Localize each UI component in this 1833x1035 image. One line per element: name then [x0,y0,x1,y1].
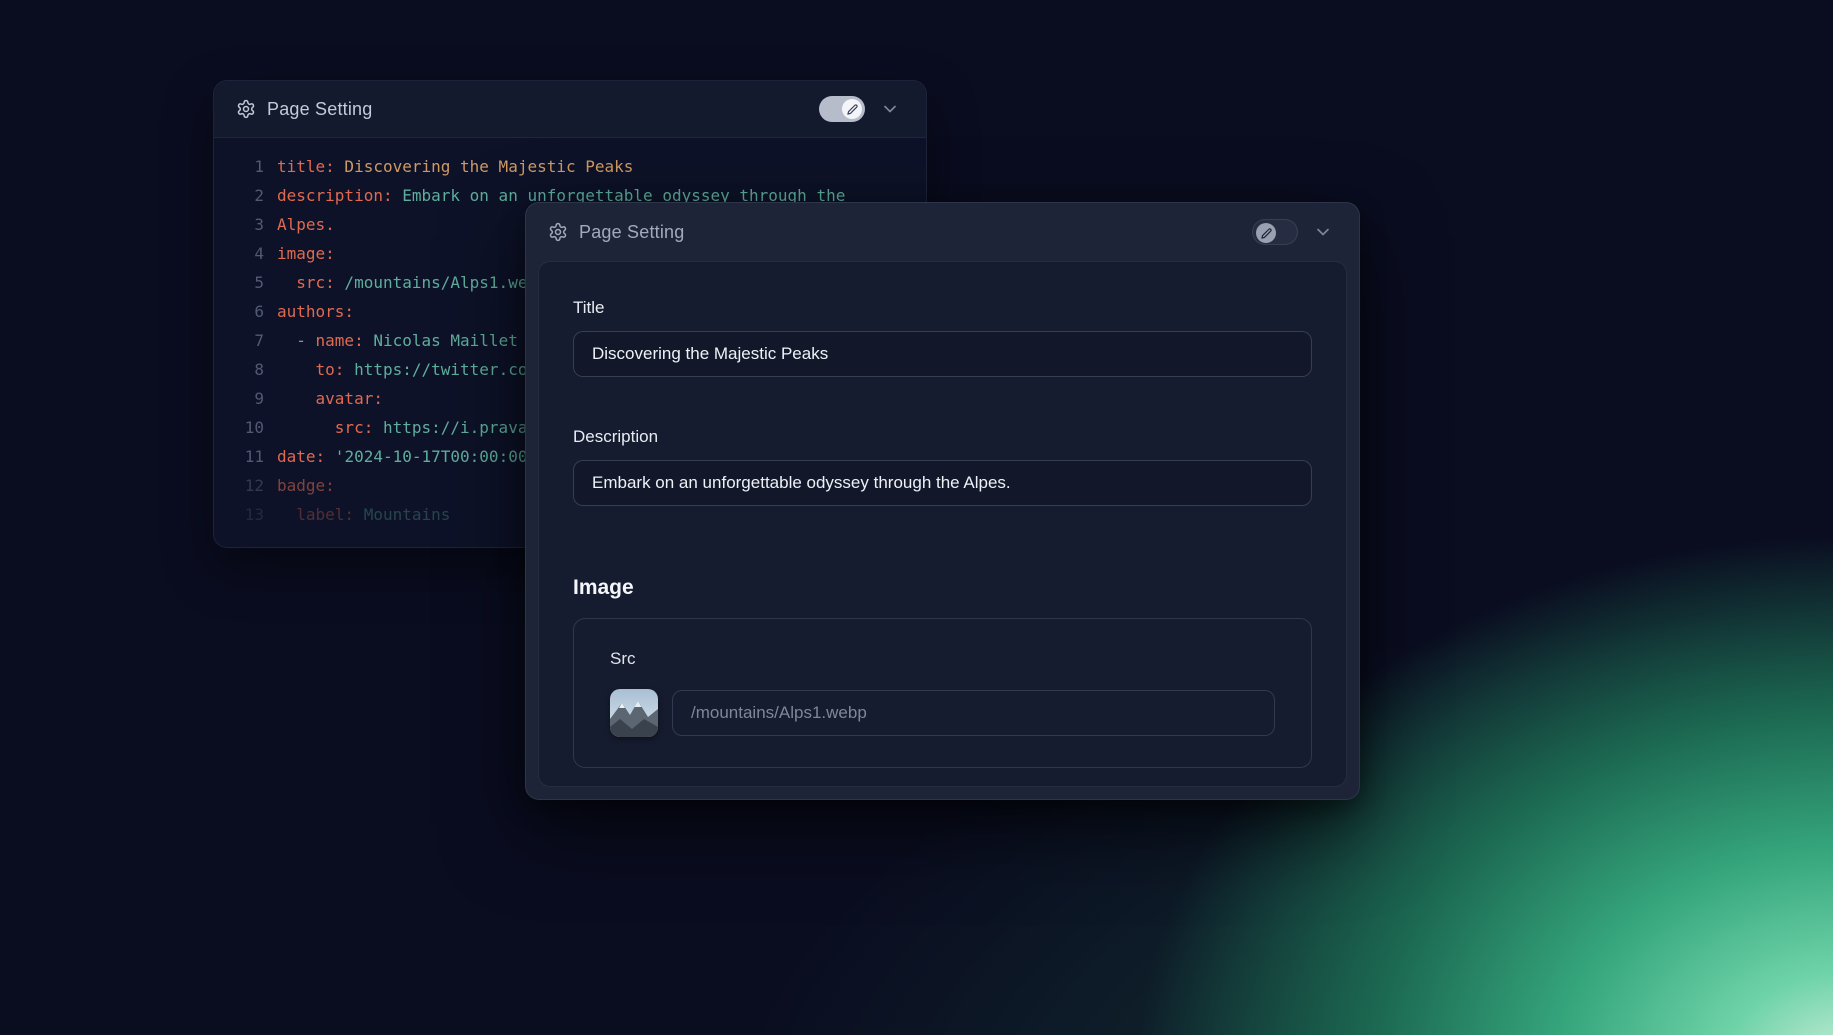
code-text: label: Mountains [277,500,450,529]
title-field: Title [573,298,1312,377]
code-text: src: /mountains/Alps1.webp [277,268,547,297]
line-number: 6 [238,297,264,326]
code-text: image: [277,239,335,268]
panel-title: Page Setting [267,99,372,120]
image-group: Src [573,618,1312,768]
editor-mode-toggle[interactable] [819,96,865,122]
app-background: Page Setting 1 title: Discovering the Maj… [0,0,1833,1035]
pencil-icon [1261,228,1272,239]
description-field: Description [573,427,1312,506]
line-number: 7 [238,326,264,355]
code-text: badge: [277,471,335,500]
line-number: 12 [238,471,264,500]
form-panel-header: Page Setting [526,203,1359,261]
pencil-icon [847,104,858,115]
collapse-panel-button[interactable] [876,95,904,123]
line-number: 9 [238,384,264,413]
description-label: Description [573,427,1312,447]
chevron-down-icon [880,99,900,119]
code-text: authors: [277,297,354,326]
line-number: 4 [238,239,264,268]
image-section-heading: Image [573,576,1312,600]
line-number: 10 [238,413,264,442]
page-setting-form: Title Description Image Src [538,261,1347,787]
panel-title: Page Setting [579,222,684,243]
line-number: 8 [238,355,264,384]
line-number: 11 [238,442,264,471]
src-row [610,689,1275,737]
title-label: Title [573,298,1312,318]
code-line: 1 title: Discovering the Majestic Peaks [238,152,906,181]
line-number: 2 [238,181,264,210]
toggle-knob [842,99,862,119]
code-text: to: https://twitter.com/ [277,355,547,384]
line-number: 5 [238,268,264,297]
code-panel-header: Page Setting [214,81,926,138]
code-text: - name: Nicolas Maillet [277,326,518,355]
line-number: 3 [238,210,264,239]
chevron-down-icon [1313,222,1333,242]
gear-icon [236,99,256,119]
page-setting-panel-form: Page Setting Title Descri [525,202,1360,800]
gear-icon [548,222,568,242]
description-input[interactable] [573,460,1312,506]
collapse-panel-button[interactable] [1309,218,1337,246]
image-thumbnail[interactable] [610,689,658,737]
code-text: Alpes. [277,210,335,239]
line-number: 13 [238,500,264,529]
mountain-photo [610,689,658,737]
toggle-knob [1256,223,1276,243]
code-text: title: Discovering the Majestic Peaks [277,152,633,181]
editor-mode-toggle[interactable] [1252,219,1298,245]
line-number: 1 [238,152,264,181]
title-input[interactable] [573,331,1312,377]
src-input[interactable] [672,690,1275,736]
src-label: Src [610,649,1275,669]
code-text: avatar: [277,384,383,413]
